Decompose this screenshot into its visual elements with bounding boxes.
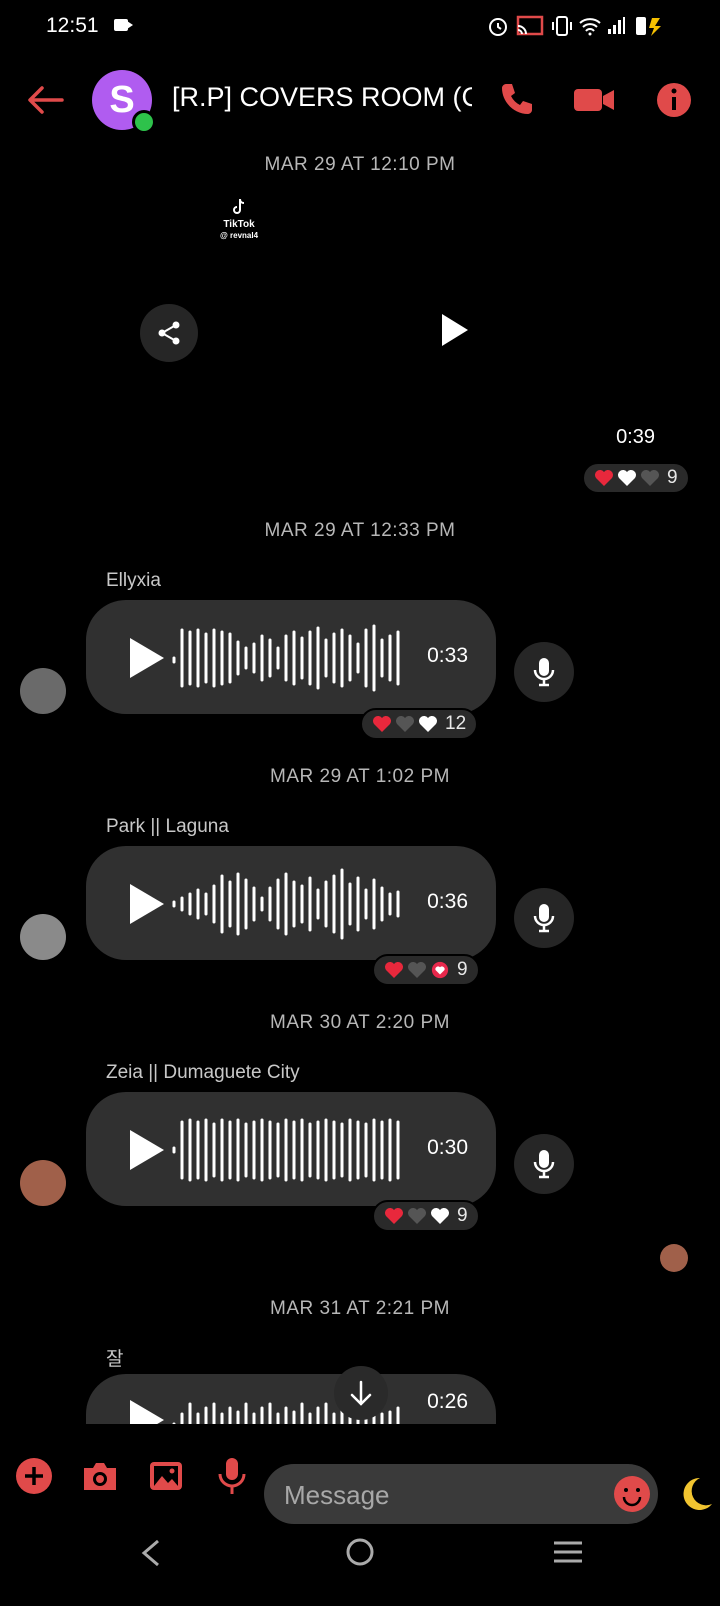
white-heart-icon [618, 470, 636, 486]
black-heart-icon [641, 470, 659, 486]
recents-nav-icon[interactable] [552, 1540, 584, 1564]
tiktok-handle: @ revnal4 [220, 231, 259, 240]
reaction-count: 9 [457, 1205, 468, 1226]
cast-icon [516, 15, 544, 36]
alarm-icon [489, 18, 507, 36]
video-duration: 0:39 [616, 426, 655, 448]
share-icon [158, 321, 180, 345]
black-heart-icon [408, 962, 426, 978]
heart-face-icon [431, 961, 449, 979]
voice-duration: 0:26 [427, 1390, 468, 1413]
voice-reply-button[interactable] [514, 1134, 574, 1194]
navigation-bar [0, 1516, 720, 1606]
read-receipt-avatar [660, 1244, 688, 1272]
tiktok-brand: TikTok [223, 219, 255, 230]
voice-reply-button[interactable] [514, 888, 574, 948]
voice-message: 0:33 [86, 600, 496, 714]
video-play-icon[interactable] [442, 314, 468, 346]
red-heart-icon [595, 470, 613, 486]
reaction-pill[interactable]: 9 [582, 462, 690, 494]
reaction-count: 9 [457, 959, 468, 980]
red-heart-icon [385, 1208, 403, 1224]
avatar[interactable] [20, 914, 66, 960]
timestamp: MAR 29 AT 12:10 PM [264, 154, 456, 175]
composer-bar: Message [0, 1424, 720, 1524]
sender-name: Zeia || Dumaguete City [106, 1062, 300, 1083]
reaction-count: 12 [445, 713, 467, 734]
moon-emoji-icon[interactable] [676, 1474, 716, 1514]
video-message[interactable]: TikTok @ revnal4 0:39 [130, 188, 705, 480]
video-call-icon[interactable] [572, 78, 616, 122]
play-icon[interactable] [130, 638, 164, 678]
avatar-letter: S [109, 78, 135, 121]
voice-message: 0:26 [86, 1374, 496, 1424]
arrow-down-icon [350, 1380, 372, 1406]
play-icon[interactable] [130, 1400, 164, 1424]
reaction-pill[interactable]: 9 [372, 1200, 480, 1232]
sender-name: 잘 [106, 1349, 124, 1370]
message-input[interactable]: Message [264, 1464, 658, 1524]
timestamp: MAR 29 AT 1:02 PM [270, 766, 450, 787]
voice-reply-button[interactable] [514, 642, 574, 702]
black-heart-icon [396, 716, 414, 732]
white-heart-icon [431, 1208, 449, 1224]
microphone-icon[interactable] [210, 1454, 254, 1498]
tiktok-logo-icon [233, 198, 245, 214]
voice-duration: 0:36 [427, 890, 468, 913]
sender-name: Park || Laguna [106, 816, 229, 837]
home-nav-icon[interactable] [344, 1536, 376, 1568]
timestamp: MAR 31 AT 2:21 PM [270, 1298, 450, 1319]
black-heart-icon [408, 1208, 426, 1224]
status-time: 12:51 [46, 14, 99, 37]
voice-duration: 0:33 [427, 644, 468, 667]
phone-icon[interactable] [494, 78, 538, 122]
reaction-pill[interactable]: 9 [372, 954, 480, 986]
microphone-icon [533, 1150, 555, 1179]
info-icon[interactable] [652, 78, 696, 122]
wifi-icon [579, 18, 601, 36]
avatar[interactable] [20, 668, 66, 714]
online-indicator [132, 110, 156, 134]
scroll-to-bottom-button[interactable] [334, 1366, 388, 1420]
microphone-icon [533, 904, 555, 933]
voice-duration: 0:30 [427, 1136, 468, 1159]
red-heart-icon [373, 716, 391, 732]
chat-header: S [R.P] COVERS ROOM (C... [0, 54, 720, 146]
smiley-face-icon [622, 1488, 642, 1507]
reaction-pill[interactable]: 12 [360, 708, 479, 740]
gallery-icon[interactable] [144, 1454, 188, 1498]
back-arrow-icon[interactable] [26, 84, 66, 116]
signal-icon [608, 17, 625, 34]
back-nav-icon[interactable] [138, 1538, 164, 1568]
play-icon[interactable] [130, 884, 164, 924]
red-heart-icon [385, 962, 403, 978]
voice-message: 0:36 [86, 846, 496, 960]
voice-message: 0:30 [86, 1092, 496, 1206]
microphone-icon [533, 658, 555, 687]
white-heart-icon [419, 716, 437, 732]
status-bar: 12:51 [0, 0, 720, 54]
avatar[interactable] [20, 1160, 66, 1206]
share-button[interactable] [140, 304, 198, 362]
emoji-icon[interactable] [614, 1476, 650, 1512]
camera-icon[interactable] [78, 1454, 122, 1498]
vibrate-icon [552, 16, 572, 36]
plus-icon[interactable] [12, 1454, 56, 1498]
sender-name: Ellyxia [106, 570, 161, 591]
tiktok-watermark: TikTok @ revnal4 [220, 198, 258, 241]
timestamp: MAR 30 AT 2:20 PM [270, 1012, 450, 1033]
reaction-count: 9 [667, 467, 678, 488]
chat-title[interactable]: [R.P] COVERS ROOM (C... [172, 82, 472, 113]
battery-icon [636, 17, 661, 36]
play-icon[interactable] [130, 1130, 164, 1170]
timestamp: MAR 29 AT 12:33 PM [264, 520, 456, 541]
screen-record-icon [114, 19, 133, 31]
